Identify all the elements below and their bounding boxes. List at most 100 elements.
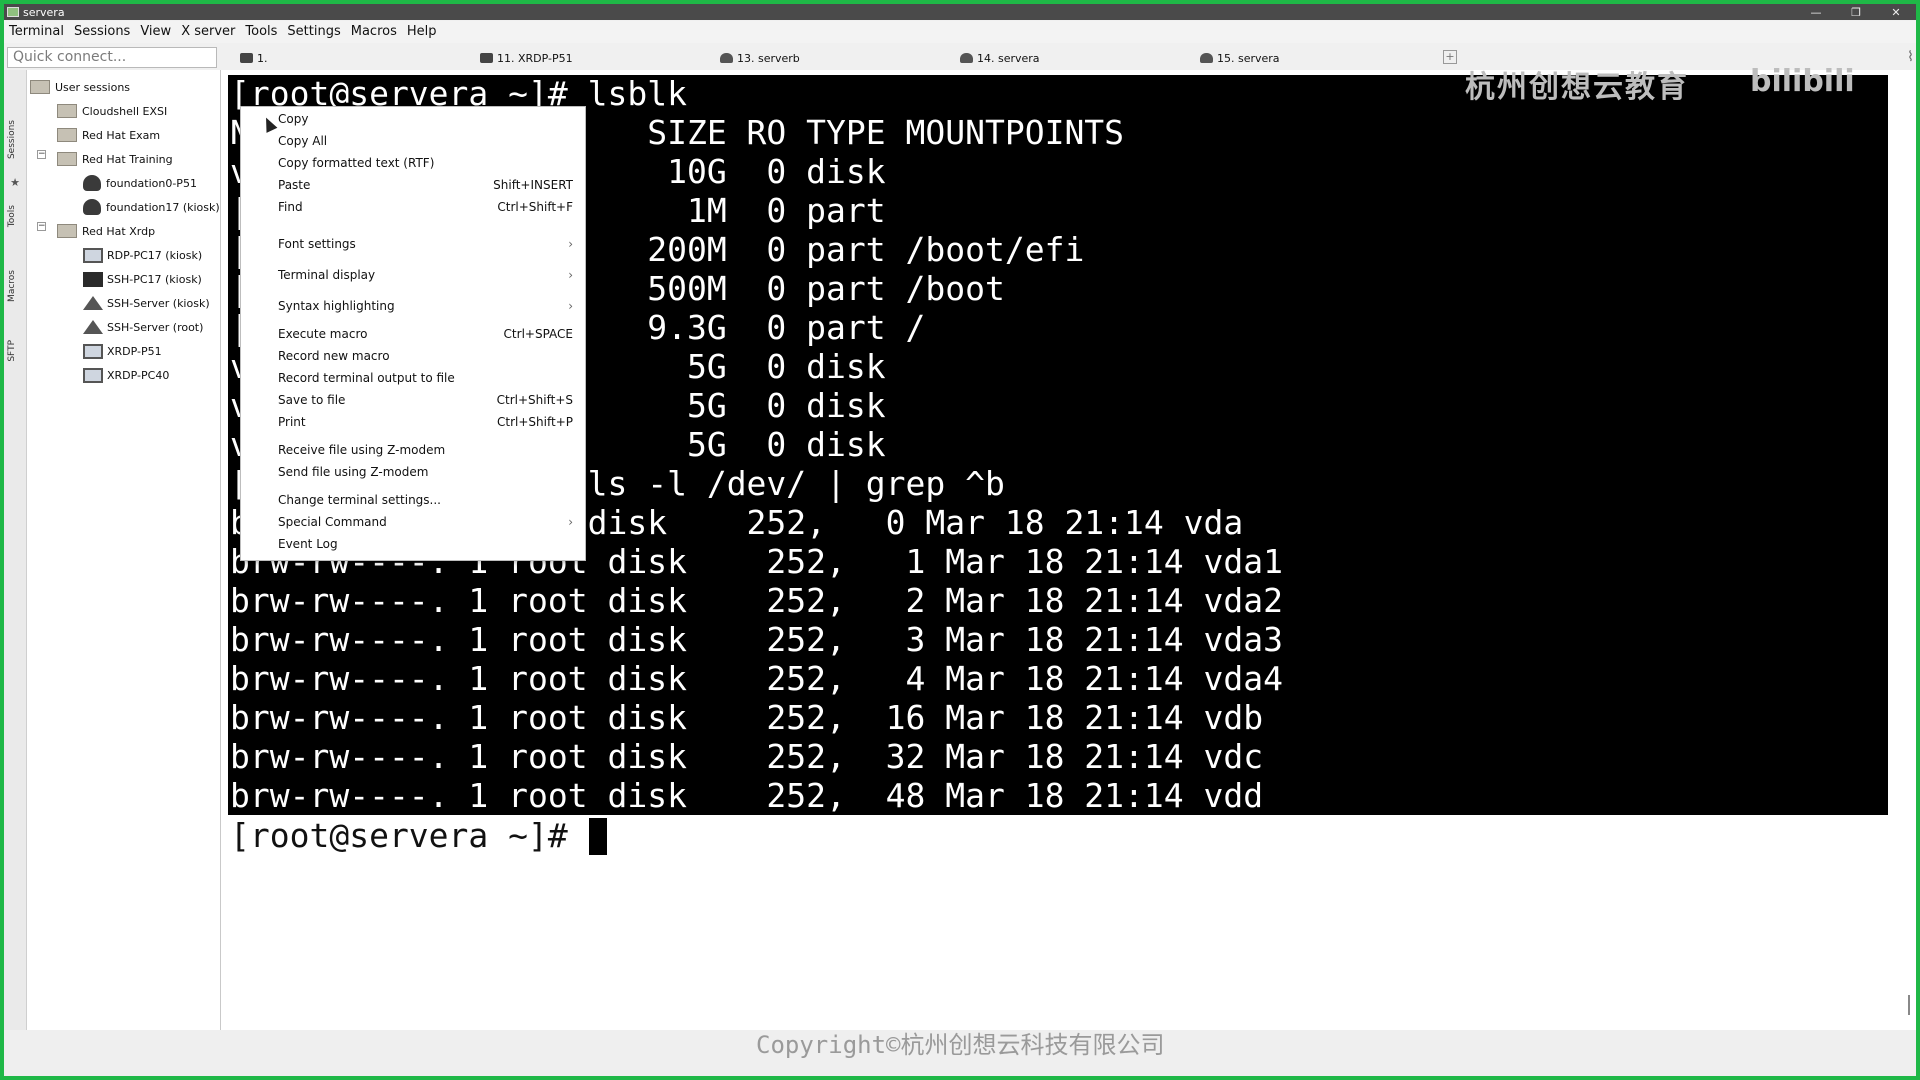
side-tab-strip: Sessions ★ Tools Macros SFTP <box>4 70 27 1030</box>
tab-servera-15[interactable]: 15. servera <box>1200 47 1280 69</box>
tree-label: User sessions <box>55 80 131 94</box>
context-menu-label: Font settings <box>278 237 356 251</box>
context-menu-item[interactable]: Change terminal settings... <box>278 490 573 510</box>
context-menu-item[interactable]: Execute macro Ctrl+SPACE <box>278 324 573 344</box>
terminal-line: brw-rw----. 1 root disk 252, 4 Mar 18 21… <box>230 659 1283 698</box>
tree-label: RDP-PC17 (kiosk) <box>107 248 203 262</box>
context-menu-item[interactable]: Event Log <box>278 534 573 554</box>
tree-expander[interactable]: − <box>37 150 46 159</box>
tree-label: SSH-Server (kiosk) <box>107 296 210 310</box>
tree-node-ssh-server-kiosk[interactable]: SSH-Server (kiosk) <box>83 293 210 313</box>
linux-icon <box>720 53 733 63</box>
tab-1[interactable]: 1. <box>240 47 268 69</box>
context-menu-item[interactable]: Copy All <box>278 131 573 151</box>
tree-label: XRDP-PC40 <box>107 368 170 382</box>
context-menu-item[interactable]: Record terminal output to file <box>278 368 573 388</box>
copyright-text: Copyright©杭州创想云科技有限公司 <box>756 1031 1165 1059</box>
tree-node-cloudshell[interactable]: Cloudshell EXSI <box>57 101 167 121</box>
paperclip-icon[interactable]: ⌇ <box>1907 49 1914 65</box>
tree-node-red-hat-xrdp[interactable]: Red Hat Xrdp <box>57 221 155 241</box>
tree-expander[interactable]: − <box>37 222 46 231</box>
context-menu-item[interactable]: Syntax highlighting › <box>278 296 573 316</box>
context-menu-label: Syntax highlighting <box>278 299 395 313</box>
menu-tools[interactable]: Tools <box>240 21 282 43</box>
tab-servera-14[interactable]: 14. servera <box>960 47 1040 69</box>
tree-label: Red Hat Exam <box>82 128 161 142</box>
close-button[interactable]: ✕ <box>1876 4 1916 20</box>
side-tab-sessions[interactable]: Sessions <box>7 120 17 159</box>
tree-node-foundation0[interactable]: foundation0-P51 <box>83 173 197 193</box>
context-menu-item[interactable]: Receive file using Z-modem <box>278 440 573 460</box>
tree-node-xrdp-p51[interactable]: XRDP-P51 <box>83 341 162 361</box>
submenu-arrow-icon: › <box>568 299 573 313</box>
context-menu-item[interactable]: Terminal display › <box>278 265 573 285</box>
tab-label: 13. serverb <box>737 51 800 65</box>
terminal-line: brw-rw----. 1 root disk 252, 3 Mar 18 21… <box>230 620 1283 659</box>
context-menu-item[interactable]: Save to file Ctrl+Shift+S <box>278 390 573 410</box>
tree-node-red-hat-training[interactable]: Red Hat Training <box>57 149 173 169</box>
title-bar: servera — ❐ ✕ <box>4 4 1916 20</box>
star-icon[interactable]: ★ <box>9 177 21 189</box>
context-menu-item[interactable]: Find Ctrl+Shift+F <box>278 197 573 217</box>
folder-icon <box>57 224 77 238</box>
context-menu-item[interactable]: Print Ctrl+Shift+P <box>278 412 573 432</box>
menu-view[interactable]: View <box>135 21 176 43</box>
tree-label: XRDP-P51 <box>107 344 162 358</box>
quick-connect-input[interactable]: Quick connect... <box>7 47 217 68</box>
menu-settings[interactable]: Settings <box>282 21 345 43</box>
terminal-line: brw-rw----. 1 root disk 252, 32 Mar 18 2… <box>230 737 1264 776</box>
context-menu-item[interactable]: Special Command › <box>278 512 573 532</box>
context-menu-item[interactable]: Record new macro <box>278 346 573 366</box>
context-menu-label: Copy formatted text (RTF) <box>278 156 435 170</box>
scrollbar[interactable] <box>1908 995 1910 1015</box>
context-menu-item[interactable]: Send file using Z-modem <box>278 462 573 482</box>
tree-node-ssh-pc17[interactable]: SSH-PC17 (kiosk) <box>83 269 202 289</box>
tree-node-rdp-pc17[interactable]: RDP-PC17 (kiosk) <box>83 245 202 265</box>
tab-label: 11. XRDP-P51 <box>497 51 573 65</box>
context-menu-label: Change terminal settings... <box>278 493 441 507</box>
new-tab-button[interactable]: + <box>1443 50 1457 64</box>
tree-node-red-hat-exam[interactable]: Red Hat Exam <box>57 125 160 145</box>
context-menu-item[interactable]: Copy <box>278 109 573 129</box>
menu-help[interactable]: Help <box>402 21 442 43</box>
menu-macros[interactable]: Macros <box>346 21 402 43</box>
menu-sessions[interactable]: Sessions <box>69 21 135 43</box>
context-menu-item[interactable]: Font settings › <box>278 234 573 254</box>
side-tab-sftp[interactable]: SFTP <box>7 340 17 362</box>
submenu-arrow-icon: › <box>568 237 573 251</box>
tree-node-user-sessions[interactable]: User sessions <box>30 77 130 97</box>
context-menu-label: Paste <box>278 178 311 192</box>
tab-label: 1. <box>257 51 268 65</box>
context-menu-label: Record terminal output to file <box>278 371 455 385</box>
tree-node-ssh-server-root[interactable]: SSH-Server (root) <box>83 317 203 337</box>
tab-serverb[interactable]: 13. serverb <box>720 47 800 69</box>
context-menu-item[interactable]: Paste Shift+INSERT <box>278 175 573 195</box>
minimize-button[interactable]: — <box>1796 4 1836 20</box>
tree-label: Red Hat Xrdp <box>82 224 156 238</box>
tree-node-xrdp-pc40[interactable]: XRDP-PC40 <box>83 365 169 385</box>
tab-label: 14. servera <box>977 51 1040 65</box>
xrdp-icon <box>83 343 103 359</box>
terminal-line: brw-rw----. 1 root disk 252, 48 Mar 18 2… <box>230 776 1264 815</box>
terminal-prompt[interactable]: [root@servera ~]# <box>230 816 588 855</box>
menu-x-server[interactable]: X server <box>176 21 240 43</box>
context-menu-item[interactable]: Copy formatted text (RTF) <box>278 153 573 173</box>
side-tab-tools[interactable]: Tools <box>7 205 17 227</box>
context-menu-shortcut: Ctrl+Shift+S <box>496 393 573 407</box>
side-tab-macros[interactable]: Macros <box>7 270 17 302</box>
session-tree: User sessions Cloudshell EXSI Red Hat Ex… <box>27 70 221 1030</box>
tree-node-foundation17[interactable]: foundation17 (kiosk) <box>83 197 220 217</box>
tab-xrdp-p51[interactable]: 11. XRDP-P51 <box>480 47 573 69</box>
context-menu-label: Copy All <box>278 134 328 148</box>
context-menu-label: Special Command <box>278 515 387 529</box>
menu-terminal[interactable]: Terminal <box>4 21 69 43</box>
tree-label: foundation0-P51 <box>106 176 197 190</box>
maximize-button[interactable]: ❐ <box>1836 4 1876 20</box>
tree-label: Red Hat Training <box>82 152 173 166</box>
terminal-line: brw-rw----. 1 root disk 252, 2 Mar 18 21… <box>230 581 1283 620</box>
tree-label: Cloudshell EXSI <box>82 104 168 118</box>
tree-label: SSH-PC17 (kiosk) <box>107 272 202 286</box>
folder-icon <box>57 152 77 166</box>
context-menu-shortcut: Ctrl+Shift+F <box>497 200 573 214</box>
bilibili-logo: bilibili <box>1750 64 1855 99</box>
